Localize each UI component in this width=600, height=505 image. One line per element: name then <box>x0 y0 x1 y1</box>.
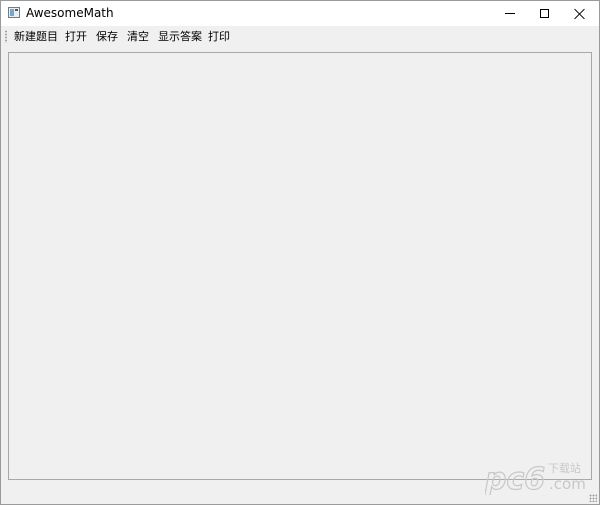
resize-grip[interactable] <box>589 494 597 502</box>
print-button[interactable]: 打印 <box>206 28 232 45</box>
pc6-watermark-logo: pc6 下载站 .com <box>485 461 586 495</box>
new-question-button[interactable]: 新建题目 <box>12 28 60 45</box>
question-display-area[interactable] <box>8 52 592 480</box>
close-icon <box>574 8 586 20</box>
toolbar: 新建题目 打开 保存 清空 显示答案 打印 <box>1 26 599 47</box>
app-window-icon <box>8 7 20 18</box>
save-button[interactable]: 保存 <box>94 28 120 45</box>
title-bar[interactable]: AwesomeMath <box>1 1 599 26</box>
watermark-tagline: 下载站 <box>548 461 581 475</box>
maximize-icon <box>540 9 549 18</box>
open-button[interactable]: 打开 <box>63 28 89 45</box>
minimize-icon <box>504 13 515 14</box>
close-button[interactable] <box>557 1 600 26</box>
app-window: AwesomeMath 新建题目 打开 保存 清空 显示答案 打印 pc6 下载… <box>0 0 600 505</box>
show-answers-button[interactable]: 显示答案 <box>156 28 204 45</box>
clear-button[interactable]: 清空 <box>125 28 151 45</box>
watermark-domain: .com <box>549 475 586 493</box>
watermark-brand: pc6 <box>485 462 545 495</box>
window-title: AwesomeMath <box>26 6 114 20</box>
toolbar-grip-handle[interactable] <box>5 30 7 43</box>
